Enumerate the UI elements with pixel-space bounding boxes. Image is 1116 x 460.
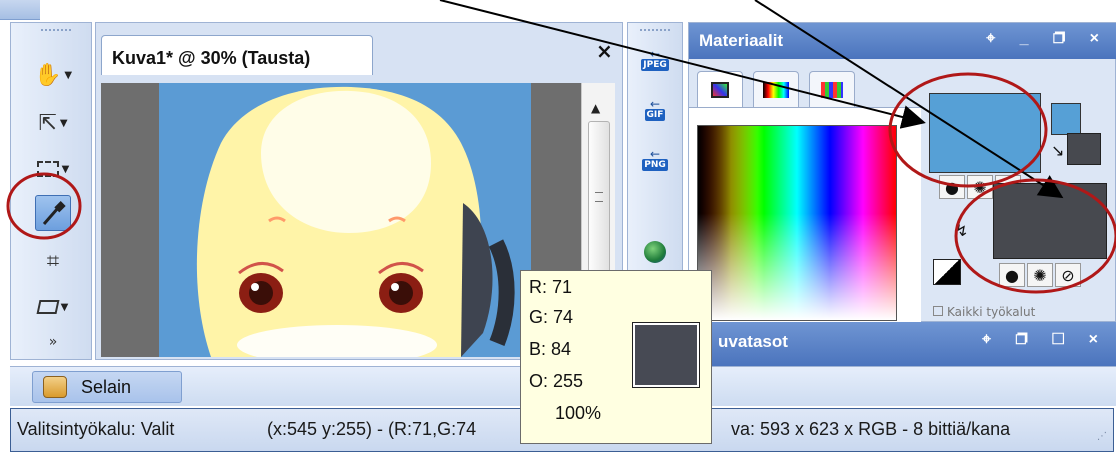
browser-tab[interactable]: Selain [32, 371, 182, 403]
scroll-up-icon[interactable]: ▲ [591, 101, 600, 115]
export-jpeg-button[interactable]: ← JPEG [638, 47, 672, 71]
foreground-color-swatch[interactable] [929, 93, 1041, 173]
tab-rainbow-picker[interactable] [753, 71, 799, 107]
chevron-double-down-icon: » [48, 334, 58, 350]
arrow-pointer-icon: ⇱ [38, 110, 57, 136]
tooltip-blue-value: B: 84 [529, 339, 572, 359]
all-tools-label: Kaikki työkalut [947, 305, 1036, 319]
arrow-left-icon: ← [649, 97, 661, 111]
tooltip-color-swatch [632, 322, 700, 388]
close-document-button[interactable]: × [596, 39, 613, 63]
export-gif-button[interactable]: ← GIF [638, 97, 672, 121]
image-canvas[interactable] [101, 83, 581, 357]
tab-swatches[interactable] [809, 71, 855, 107]
selection-tool-button[interactable]: ▼ [29, 149, 77, 189]
gradient-icon[interactable]: ✺ [1027, 263, 1053, 287]
document-tab[interactable]: Kuva1* @ 30% (Tausta) [101, 35, 373, 75]
eyedropper-icon [42, 201, 66, 225]
top-blank-area [40, 0, 1116, 20]
materials-palette: Materiaalit ⌖ _ ❐ × ↘ ● ✺ ⊘ ↯ ● ✺ ⊘ [688, 22, 1116, 323]
pointer-tool-button[interactable]: ⇱ ▼ [29, 103, 77, 143]
dropdown-arrow-icon: ▼ [59, 117, 68, 129]
foreground-small-swatch[interactable] [1051, 103, 1081, 135]
export-jpeg-label: JPEG [641, 59, 669, 71]
crop-tool-button[interactable]: ⌗ [29, 241, 77, 281]
swatches-icon [821, 82, 843, 98]
all-tools-checkbox[interactable]: Kaikki työkalut [933, 305, 1035, 319]
gradient-icon[interactable]: ✺ [967, 175, 993, 199]
materials-window-controls[interactable]: ⌖ _ ❐ × [986, 30, 1109, 48]
tooltip-opacity-value: O: 255 [529, 371, 584, 391]
frame-color-icon [711, 82, 729, 98]
toolbar-grip[interactable] [640, 29, 670, 33]
transform-tool-button[interactable]: ▼ [29, 287, 77, 327]
deform-icon [36, 300, 60, 314]
tooltip-percent-value: 100% [555, 403, 602, 423]
browser-tab-label: Selain [81, 377, 132, 397]
rainbow-icon [763, 82, 789, 98]
tools-toolbar: ✋ ▼ ⇱ ▼ ▼ ⌗ ▼ » [10, 22, 92, 360]
scroll-thumb[interactable] [588, 121, 610, 281]
color-picker-tooltip: R: 71 G: 74 B: 84 O: 255 100% [520, 270, 712, 444]
materials-title: Materiaalit [699, 31, 784, 50]
top-strip [0, 0, 1116, 20]
paint-shop-pro-window: ✋▼ ⇱▼ ▼ ⌗ ▼ » Kuva1* @ 30% (Tausta) × [0, 0, 1116, 460]
dropdown-arrow-icon: ▼ [61, 163, 70, 175]
tooltip-green-value: G: 74 [529, 307, 574, 327]
crop-icon: ⌗ [46, 248, 60, 274]
resize-grip-icon[interactable]: ⋰ [1097, 431, 1107, 442]
reset-colors-icon[interactable] [933, 259, 961, 285]
solid-color-icon[interactable]: ● [999, 263, 1025, 287]
export-gif-label: GIF [644, 109, 666, 121]
swap-colors-icon[interactable]: ↯ [955, 221, 968, 240]
tooltip-red-value: R: 71 [529, 277, 573, 297]
more-tools-button[interactable]: » [29, 329, 77, 355]
export-png-label: PNG [642, 159, 668, 171]
marquee-icon [36, 161, 59, 177]
web-globe-icon[interactable] [644, 241, 666, 263]
layers-title: uvatasot [718, 332, 788, 351]
swap-arrow-icon[interactable]: ↘ [1051, 141, 1064, 160]
background-color-swatch[interactable] [993, 183, 1107, 259]
dropdown-arrow-icon: ▼ [64, 69, 73, 81]
hand-icon: ✋ [33, 62, 62, 88]
dropdown-arrow-icon: ▼ [60, 301, 69, 313]
background-small-swatch[interactable] [1067, 133, 1101, 165]
color-spectrum[interactable] [697, 125, 897, 321]
dropper-tool-button[interactable] [35, 195, 71, 231]
background-style-buttons: ● ✺ ⊘ [999, 263, 1081, 287]
arrow-left-icon: ← [649, 147, 661, 161]
layers-window-controls[interactable]: ⌖ ❐ ☐ × [982, 331, 1108, 349]
export-png-button[interactable]: ← PNG [638, 147, 672, 171]
toolbar-grip[interactable] [41, 29, 71, 33]
layers-title-bar: uvatasot ⌖ ❐ ☐ × [688, 322, 1116, 366]
tab-frame-picker[interactable] [697, 71, 743, 107]
materials-title-bar: Materiaalit ⌖ _ ❐ × [689, 23, 1116, 59]
status-image-info-text: va: 593 x 623 x RGB - 8 bittiä/kana [731, 419, 1011, 439]
kewpie-image [101, 83, 581, 357]
status-coordinates-text: (x:545 y:255) - (R:71,G:74 [267, 419, 477, 439]
solid-color-icon[interactable]: ● [939, 175, 965, 199]
checkbox-icon [933, 306, 943, 316]
status-tool-text: Valitsintyökalu: Valit [17, 419, 175, 439]
transparent-icon[interactable]: ⊘ [1055, 263, 1081, 287]
browser-icon [43, 376, 67, 398]
pan-tool-button[interactable]: ✋ ▼ [29, 55, 77, 95]
arrow-left-icon: ← [649, 47, 661, 61]
